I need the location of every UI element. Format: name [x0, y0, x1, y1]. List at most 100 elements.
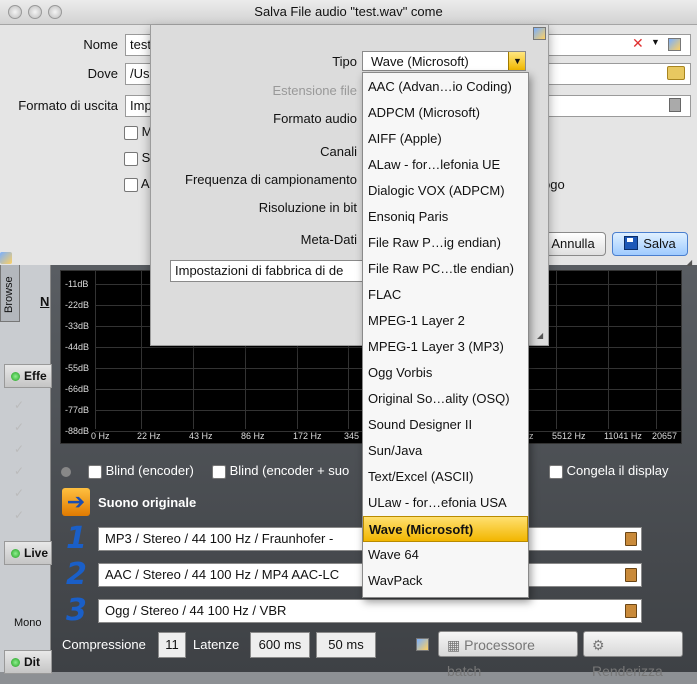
- hz-tick-label: 20657: [652, 431, 678, 441]
- db-tick-label: -88dB: [65, 426, 90, 436]
- dither-section-header[interactable]: Dit: [4, 650, 52, 674]
- hz-tick-label: 86 Hz: [241, 431, 265, 441]
- grid-line: [95, 271, 96, 429]
- estensione-label: Estensione file: [272, 83, 357, 98]
- partial-tab-label: N: [40, 294, 50, 309]
- help-icon[interactable]: [416, 638, 429, 651]
- live-section-header[interactable]: Live: [4, 541, 52, 565]
- dropdown-item[interactable]: ADPCM (Microsoft): [363, 100, 528, 126]
- settings-book-icon[interactable]: [625, 604, 637, 618]
- dropdown-item[interactable]: Wave 64: [363, 542, 528, 568]
- indicator-dot-icon: [61, 467, 71, 477]
- dropdown-item[interactable]: AIFF (Apple): [363, 126, 528, 152]
- settings-book-icon[interactable]: [625, 532, 637, 546]
- dove-label: Dove: [87, 66, 118, 81]
- dropdown-item[interactable]: WavPack: [363, 568, 528, 594]
- metadati-label: Meta-Dati: [300, 232, 357, 247]
- blind-encoder-checkbox[interactable]: Blind (encoder): [88, 463, 194, 479]
- effects-section-header[interactable]: Effe: [4, 364, 52, 388]
- dropdown-item[interactable]: Sun/Java: [363, 438, 528, 464]
- dropdown-item[interactable]: FLAC: [363, 282, 528, 308]
- zoom-window-icon[interactable]: [48, 5, 62, 19]
- latency-value[interactable]: 600 ms: [250, 632, 310, 658]
- dropdown-item[interactable]: Text/Excel (ASCII): [363, 464, 528, 490]
- db-tick-label: -11dB: [65, 279, 89, 289]
- dropdown-item[interactable]: MPEG-1 Layer 2: [363, 308, 528, 334]
- help-icon[interactable]: [533, 27, 546, 40]
- grid-line: [656, 271, 657, 429]
- dropdown-item[interactable]: Original So…ality (OSQ): [363, 386, 528, 412]
- db-tick-label: -55dB: [65, 363, 90, 373]
- risoluzione-label: Risoluzione in bit: [258, 200, 357, 215]
- check-icon: ✓: [14, 442, 25, 456]
- close-window-icon[interactable]: [8, 5, 22, 19]
- dropdown-item[interactable]: Dialogic VOX (ADPCM): [363, 178, 528, 204]
- hz-tick-label: 43 Hz: [189, 431, 213, 441]
- status-led-icon: [11, 372, 20, 382]
- dropdown-item[interactable]: File Raw PC…tle endian): [363, 256, 528, 282]
- original-sound-label: Suono originale: [98, 495, 197, 510]
- tipo-dropdown-list: AAC (Advan…io Coding) ADPCM (Microsoft) AI…: [362, 72, 529, 598]
- check-icon: ✓: [14, 398, 25, 412]
- formato-audio-label: Formato audio: [273, 111, 357, 126]
- option-checkbox-a[interactable]: A: [124, 176, 150, 192]
- mono-label: Mono: [14, 617, 42, 629]
- dropdown-item[interactable]: Ensoniq Paris: [363, 204, 528, 230]
- codec-number-2: 2: [66, 557, 87, 592]
- window-titlebar: Salva File audio "test.wav" come: [0, 0, 697, 25]
- canali-label: Canali: [320, 144, 357, 159]
- hz-tick-label: 11041 Hz: [604, 431, 642, 441]
- chevron-down-icon[interactable]: ▼: [508, 52, 525, 70]
- codec-number-1: 1: [66, 521, 87, 556]
- dropdown-item[interactable]: Sound Designer II: [363, 412, 528, 438]
- congela-display-checkbox[interactable]: Congela il display: [549, 463, 669, 479]
- folder-icon[interactable]: [667, 66, 685, 80]
- resize-grip-icon[interactable]: ◢: [537, 331, 543, 340]
- chevron-down-icon[interactable]: ▼: [651, 37, 660, 47]
- status-led-icon: [11, 549, 20, 559]
- frequenza-label: Frequenza di campionamento: [185, 172, 357, 187]
- formato-uscita-label: Formato di uscita: [18, 98, 118, 113]
- option-checkbox-s[interactable]: S: [124, 150, 150, 166]
- nome-label: Nome: [83, 37, 118, 52]
- dropdown-item[interactable]: File Raw P…ig endian): [363, 230, 528, 256]
- latency-value-2[interactable]: 50 ms: [316, 632, 376, 658]
- salva-button[interactable]: Salva: [612, 232, 688, 256]
- settings-book-icon[interactable]: [625, 568, 637, 582]
- impostazioni-fabbrica-select[interactable]: Impostazioni di fabbrica di de: [170, 260, 368, 282]
- dropdown-item[interactable]: MPEG-1 Layer 3 (MP3): [363, 334, 528, 360]
- batch-processor-button[interactable]: ▦ Processore batch: [438, 631, 578, 679]
- browser-tab[interactable]: Browse: [0, 260, 20, 322]
- annulla-button[interactable]: Annulla: [540, 232, 606, 256]
- grid-line: [141, 271, 142, 429]
- render-button[interactable]: ⚙ Renderizza: [583, 631, 683, 679]
- blind-encoder-plus-checkbox[interactable]: Blind (encoder + suo: [212, 463, 349, 479]
- hz-tick-label: 5512 Hz: [552, 431, 586, 441]
- disk-browse-icon[interactable]: [668, 38, 681, 51]
- codec-3-field[interactable]: Ogg / Stereo / 44 100 Hz / VBR: [98, 599, 642, 623]
- play-original-arrow-icon[interactable]: ➔: [62, 488, 90, 516]
- grid-icon: ▦: [447, 637, 465, 653]
- tipo-select[interactable]: Wave (Microsoft) ▼: [362, 51, 526, 71]
- option-checkbox-m[interactable]: M: [124, 124, 152, 140]
- dropdown-item[interactable]: Wave (Microsoft): [363, 516, 528, 542]
- db-tick-label: -44dB: [65, 342, 90, 352]
- dropdown-item[interactable]: ALaw - for…lefonia UE: [363, 152, 528, 178]
- save-disk-icon: [624, 236, 639, 250]
- dropdown-item[interactable]: AAC (Advan…io Coding): [363, 74, 528, 100]
- check-icon: ✓: [14, 464, 25, 478]
- latency-label: Latenze: [193, 637, 240, 652]
- compression-value[interactable]: 11: [158, 632, 186, 658]
- check-icon: ✓: [14, 420, 25, 434]
- clear-icon[interactable]: ✕: [632, 35, 644, 52]
- grid-line: [608, 271, 609, 429]
- dropdown-item[interactable]: ULaw - for…efonia USA: [363, 490, 528, 516]
- hz-tick-label: 0 Hz: [91, 431, 110, 441]
- check-icon: ✓: [14, 508, 25, 522]
- minimize-window-icon[interactable]: [28, 5, 42, 19]
- hz-tick-label: 22 Hz: [137, 431, 161, 441]
- resize-grip-icon[interactable]: ◢: [686, 258, 692, 267]
- format-settings-icon[interactable]: [669, 98, 681, 112]
- dropdown-item[interactable]: Ogg Vorbis: [363, 360, 528, 386]
- help-icon[interactable]: [0, 252, 12, 264]
